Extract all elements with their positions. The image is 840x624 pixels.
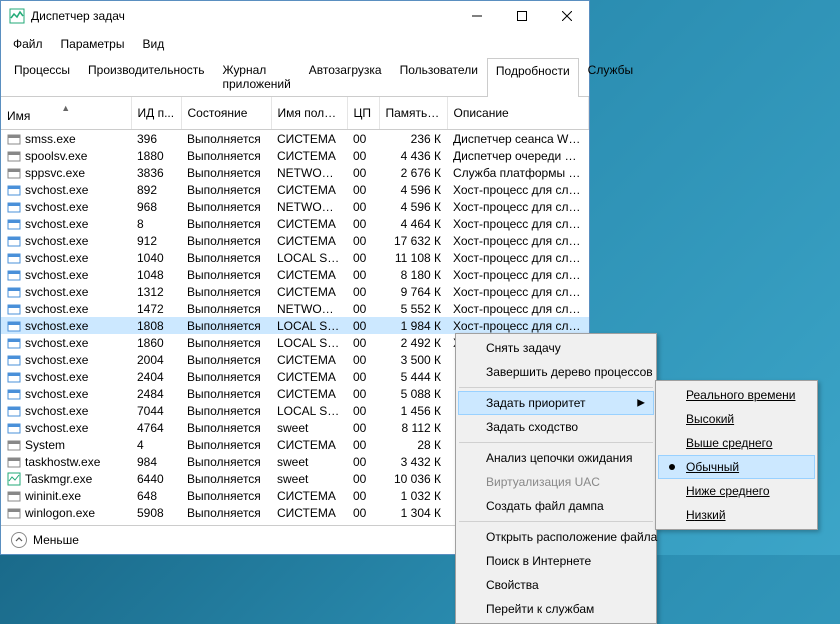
table-row[interactable]: svchost.exe968ВыполняетсяNETWORK...004 5… [1,198,589,215]
table-row[interactable]: svchost.exe892ВыполняетсяСИСТЕМА004 596 … [1,181,589,198]
process-icon [7,489,21,503]
context-item: Виртуализация UAC [458,470,654,494]
priority-item[interactable]: Высокий [658,407,815,431]
tab-strip: ПроцессыПроизводительностьЖурнал приложе… [1,57,589,97]
priority-item[interactable]: Низкий [658,503,815,527]
process-icon [7,149,21,163]
context-item[interactable]: Задать приоритет▶ [458,391,654,415]
priority-item[interactable]: Выше среднего [658,431,815,455]
context-item[interactable]: Открыть расположение файла [458,525,654,549]
context-menu: Снять задачуЗавершить дерево процессов За… [455,333,657,624]
priority-item[interactable]: Ниже среднего [658,479,815,503]
priority-item[interactable]: Обычный [658,455,815,479]
table-row[interactable]: svchost.exe1040ВыполняетсяLOCAL SE...001… [1,249,589,266]
table-row[interactable]: smss.exe396ВыполняетсяСИСТЕМА00236 КДисп… [1,130,589,148]
app-icon [9,8,25,24]
table-row[interactable]: svchost.exe912ВыполняетсяСИСТЕМА0017 632… [1,232,589,249]
tab-Процессы[interactable]: Процессы [5,57,79,96]
process-icon [7,234,21,248]
tab-Пользователи[interactable]: Пользователи [391,57,487,96]
process-icon [7,285,21,299]
column-header[interactable]: Имя польз... [271,97,347,130]
close-button[interactable] [544,1,589,31]
context-item[interactable]: Задать сходство [458,415,654,439]
process-icon [7,472,21,486]
process-icon [7,353,21,367]
column-header[interactable]: ЦП [347,97,379,130]
window-title: Диспетчер задач [31,9,454,23]
context-item[interactable]: Завершить дерево процессов [458,360,654,384]
process-icon [7,421,21,435]
process-icon [7,455,21,469]
process-icon [7,438,21,452]
table-row[interactable]: svchost.exe1472ВыполняетсяNETWORK...005 … [1,300,589,317]
process-icon [7,251,21,265]
menu-file[interactable]: Файл [5,33,51,55]
context-item[interactable]: Снять задачу [458,336,654,360]
context-item[interactable]: Анализ цепочки ожидания [458,446,654,470]
table-row[interactable]: svchost.exe8ВыполняетсяСИСТЕМА004 464 КХ… [1,215,589,232]
tab-Службы[interactable]: Службы [579,57,642,96]
menubar: Файл Параметры Вид [1,31,589,57]
tab-Производительность[interactable]: Производительность [79,57,213,96]
process-icon [7,404,21,418]
priority-submenu: Реального времениВысокийВыше среднегоОбы… [655,380,818,530]
process-icon [7,506,21,520]
process-icon [7,387,21,401]
table-row[interactable]: svchost.exe1808ВыполняетсяLOCAL SE...001… [1,317,589,334]
column-header[interactable]: Описание [447,97,589,130]
process-icon [7,319,21,333]
process-icon [7,268,21,282]
context-item[interactable]: Свойства [458,573,654,597]
table-row[interactable]: svchost.exe1048ВыполняетсяСИСТЕМА008 180… [1,266,589,283]
minimize-button[interactable] [454,1,499,31]
table-row[interactable]: spoolsv.exe1880ВыполняетсяСИСТЕМА004 436… [1,147,589,164]
fewer-details-icon[interactable] [11,532,27,548]
table-row[interactable]: sppsvc.exe3836ВыполняетсяNETWORK...002 6… [1,164,589,181]
tab-Подробности[interactable]: Подробности [487,58,579,97]
process-icon [7,302,21,316]
process-icon [7,217,21,231]
process-icon [7,183,21,197]
context-item[interactable]: Поиск в Интернете [458,549,654,573]
column-header[interactable]: ▲Имя [1,97,131,130]
context-item[interactable]: Создать файл дампа [458,494,654,518]
priority-item[interactable]: Реального времени [658,383,815,407]
maximize-button[interactable] [499,1,544,31]
titlebar[interactable]: Диспетчер задач [1,1,589,31]
table-row[interactable]: svchost.exe1312ВыполняетсяСИСТЕМА009 764… [1,283,589,300]
process-icon [7,132,21,146]
context-item[interactable]: Перейти к службам [458,597,654,621]
menu-options[interactable]: Параметры [53,33,133,55]
process-icon [7,336,21,350]
menu-view[interactable]: Вид [134,33,172,55]
column-header[interactable]: ИД п... [131,97,181,130]
tab-Автозагрузка[interactable]: Автозагрузка [300,57,391,96]
column-header[interactable]: Состояние [181,97,271,130]
tab-Журнал приложений[interactable]: Журнал приложений [214,57,300,96]
fewer-details-label[interactable]: Меньше [33,533,79,547]
process-icon [7,166,21,180]
column-header[interactable]: Память (ч... [379,97,447,130]
process-icon [7,200,21,214]
process-icon [7,370,21,384]
